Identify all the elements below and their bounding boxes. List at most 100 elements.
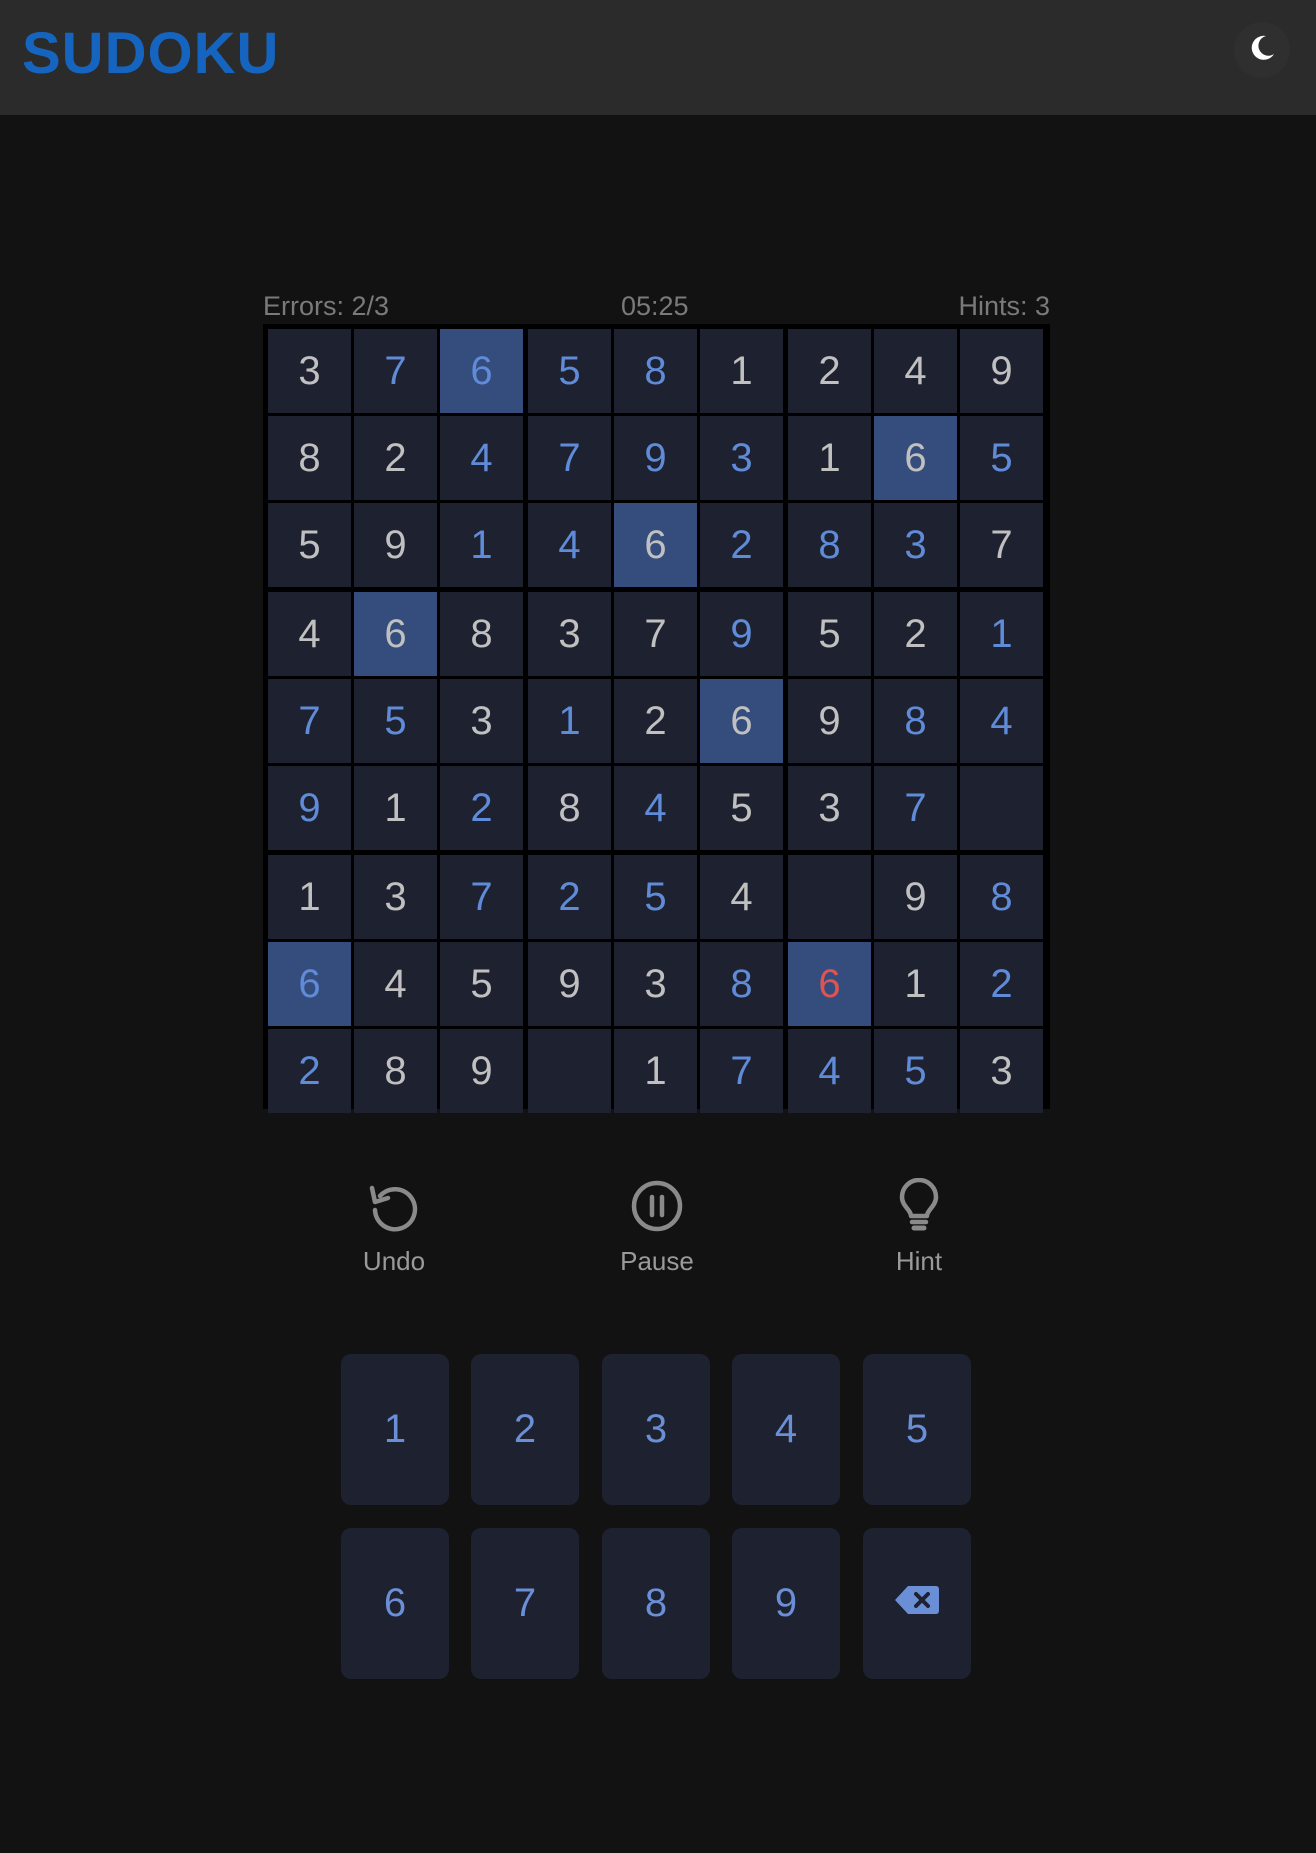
numpad-key-4[interactable]: 4 <box>732 1354 840 1505</box>
board-cell-r7c9[interactable]: 8 <box>960 855 1043 939</box>
board-cell-r7c1[interactable]: 1 <box>268 855 351 939</box>
board-cell-r9c6[interactable]: 7 <box>700 1029 783 1113</box>
board-cell-r3c8[interactable]: 3 <box>874 503 957 587</box>
board-cell-r6c4[interactable]: 8 <box>528 766 611 850</box>
board-cell-r3c4[interactable]: 4 <box>528 503 611 587</box>
board-cell-r8c9[interactable]: 2 <box>960 942 1043 1026</box>
board-cell-r8c5[interactable]: 3 <box>614 942 697 1026</box>
board-cell-r6c5[interactable]: 4 <box>614 766 697 850</box>
board-cell-r9c9[interactable]: 3 <box>960 1029 1043 1113</box>
game-timer: 05:25 <box>621 291 689 321</box>
numpad-key-5[interactable]: 5 <box>863 1354 971 1505</box>
board-cell-r2c7[interactable]: 1 <box>788 416 871 500</box>
board-cell-r4c5[interactable]: 7 <box>614 592 697 676</box>
board-cell-r7c8[interactable]: 9 <box>874 855 957 939</box>
board-cell-r1c6[interactable]: 1 <box>700 329 783 413</box>
board-cell-r6c8[interactable]: 7 <box>874 766 957 850</box>
board-cell-r8c8[interactable]: 1 <box>874 942 957 1026</box>
board-cell-r3c3[interactable]: 1 <box>440 503 523 587</box>
board-cell-r9c7[interactable]: 4 <box>788 1029 871 1113</box>
board-cell-r7c4[interactable]: 2 <box>528 855 611 939</box>
hint-button[interactable]: Hint <box>839 1178 999 1288</box>
board-cell-r4c1[interactable]: 4 <box>268 592 351 676</box>
lightbulb-icon <box>891 1178 947 1234</box>
board-cell-r7c6[interactable]: 4 <box>700 855 783 939</box>
board-cell-r1c7[interactable]: 2 <box>788 329 871 413</box>
board-cell-r4c6[interactable]: 9 <box>700 592 783 676</box>
board-cell-r2c9[interactable]: 5 <box>960 416 1043 500</box>
board-cell-r1c5[interactable]: 8 <box>614 329 697 413</box>
board-cell-r4c8[interactable]: 2 <box>874 592 957 676</box>
board-cell-r2c8[interactable]: 6 <box>874 416 957 500</box>
board-cell-r5c9[interactable]: 4 <box>960 679 1043 763</box>
board-cell-r5c4[interactable]: 1 <box>528 679 611 763</box>
board-cell-r6c9[interactable] <box>960 766 1043 850</box>
board-cell-r8c4[interactable]: 9 <box>528 942 611 1026</box>
board-cell-r8c7[interactable]: 6 <box>788 942 871 1026</box>
board-cell-r8c2[interactable]: 4 <box>354 942 437 1026</box>
pause-label: Pause <box>620 1246 694 1276</box>
board-cell-r6c6[interactable]: 5 <box>700 766 783 850</box>
board-cell-r4c7[interactable]: 5 <box>788 592 871 676</box>
board-cell-r1c3[interactable]: 6 <box>440 329 523 413</box>
board-cell-r1c8[interactable]: 4 <box>874 329 957 413</box>
board-cell-r1c4[interactable]: 5 <box>528 329 611 413</box>
board-cell-r3c1[interactable]: 5 <box>268 503 351 587</box>
board-cell-r6c7[interactable]: 3 <box>788 766 871 850</box>
numpad-key-9[interactable]: 9 <box>732 1528 840 1679</box>
board-cell-r9c5[interactable]: 1 <box>614 1029 697 1113</box>
board-cell-r2c3[interactable]: 4 <box>440 416 523 500</box>
board-cell-r7c2[interactable]: 3 <box>354 855 437 939</box>
board-cell-r6c2[interactable]: 1 <box>354 766 437 850</box>
board-cell-r6c3[interactable]: 2 <box>440 766 523 850</box>
undo-button[interactable]: Undo <box>314 1178 474 1288</box>
errors-counter: Errors: 2/3 <box>263 291 390 321</box>
board-cell-r9c3[interactable]: 9 <box>440 1029 523 1113</box>
board-cell-r8c3[interactable]: 5 <box>440 942 523 1026</box>
board-cell-r3c5[interactable]: 6 <box>614 503 697 587</box>
board-cell-r1c9[interactable]: 9 <box>960 329 1043 413</box>
board-cell-r7c7[interactable] <box>788 855 871 939</box>
board-cell-r2c6[interactable]: 3 <box>700 416 783 500</box>
board-cell-r4c2[interactable]: 6 <box>354 592 437 676</box>
board-cell-r3c9[interactable]: 7 <box>960 503 1043 587</box>
board-cell-r2c4[interactable]: 7 <box>528 416 611 500</box>
board-cell-r2c2[interactable]: 2 <box>354 416 437 500</box>
moon-icon <box>1247 33 1277 68</box>
board-cell-r2c1[interactable]: 8 <box>268 416 351 500</box>
board-cell-r5c1[interactable]: 7 <box>268 679 351 763</box>
board-cell-r3c7[interactable]: 8 <box>788 503 871 587</box>
board-cell-r9c4[interactable] <box>528 1029 611 1113</box>
board-cell-r7c5[interactable]: 5 <box>614 855 697 939</box>
board-cell-r9c8[interactable]: 5 <box>874 1029 957 1113</box>
board-cell-r3c6[interactable]: 2 <box>700 503 783 587</box>
board-cell-r5c8[interactable]: 8 <box>874 679 957 763</box>
board-cell-r8c1[interactable]: 6 <box>268 942 351 1026</box>
pause-button[interactable]: Pause <box>577 1178 737 1288</box>
board-cell-r5c5[interactable]: 2 <box>614 679 697 763</box>
board-cell-r5c2[interactable]: 5 <box>354 679 437 763</box>
numpad-key-1[interactable]: 1 <box>341 1354 449 1505</box>
board-cell-r1c1[interactable]: 3 <box>268 329 351 413</box>
board-cell-r2c5[interactable]: 9 <box>614 416 697 500</box>
board-cell-r8c6[interactable]: 8 <box>700 942 783 1026</box>
numpad-key-8[interactable]: 8 <box>602 1528 710 1679</box>
board-cell-r6c1[interactable]: 9 <box>268 766 351 850</box>
numpad-key-6[interactable]: 6 <box>341 1528 449 1679</box>
board-cell-r5c7[interactable]: 9 <box>788 679 871 763</box>
board-cell-r9c2[interactable]: 8 <box>354 1029 437 1113</box>
theme-toggle-button[interactable] <box>1234 22 1290 78</box>
board-cell-r7c3[interactable]: 7 <box>440 855 523 939</box>
board-cell-r4c3[interactable]: 8 <box>440 592 523 676</box>
numpad-key-7[interactable]: 7 <box>471 1528 579 1679</box>
board-cell-r1c2[interactable]: 7 <box>354 329 437 413</box>
numpad-key-3[interactable]: 3 <box>602 1354 710 1505</box>
board-cell-r4c9[interactable]: 1 <box>960 592 1043 676</box>
erase-button[interactable] <box>863 1528 971 1679</box>
board-cell-r5c6[interactable]: 6 <box>700 679 783 763</box>
board-cell-r3c2[interactable]: 9 <box>354 503 437 587</box>
numpad-key-2[interactable]: 2 <box>471 1354 579 1505</box>
board-cell-r9c1[interactable]: 2 <box>268 1029 351 1113</box>
board-cell-r4c4[interactable]: 3 <box>528 592 611 676</box>
board-cell-r5c3[interactable]: 3 <box>440 679 523 763</box>
